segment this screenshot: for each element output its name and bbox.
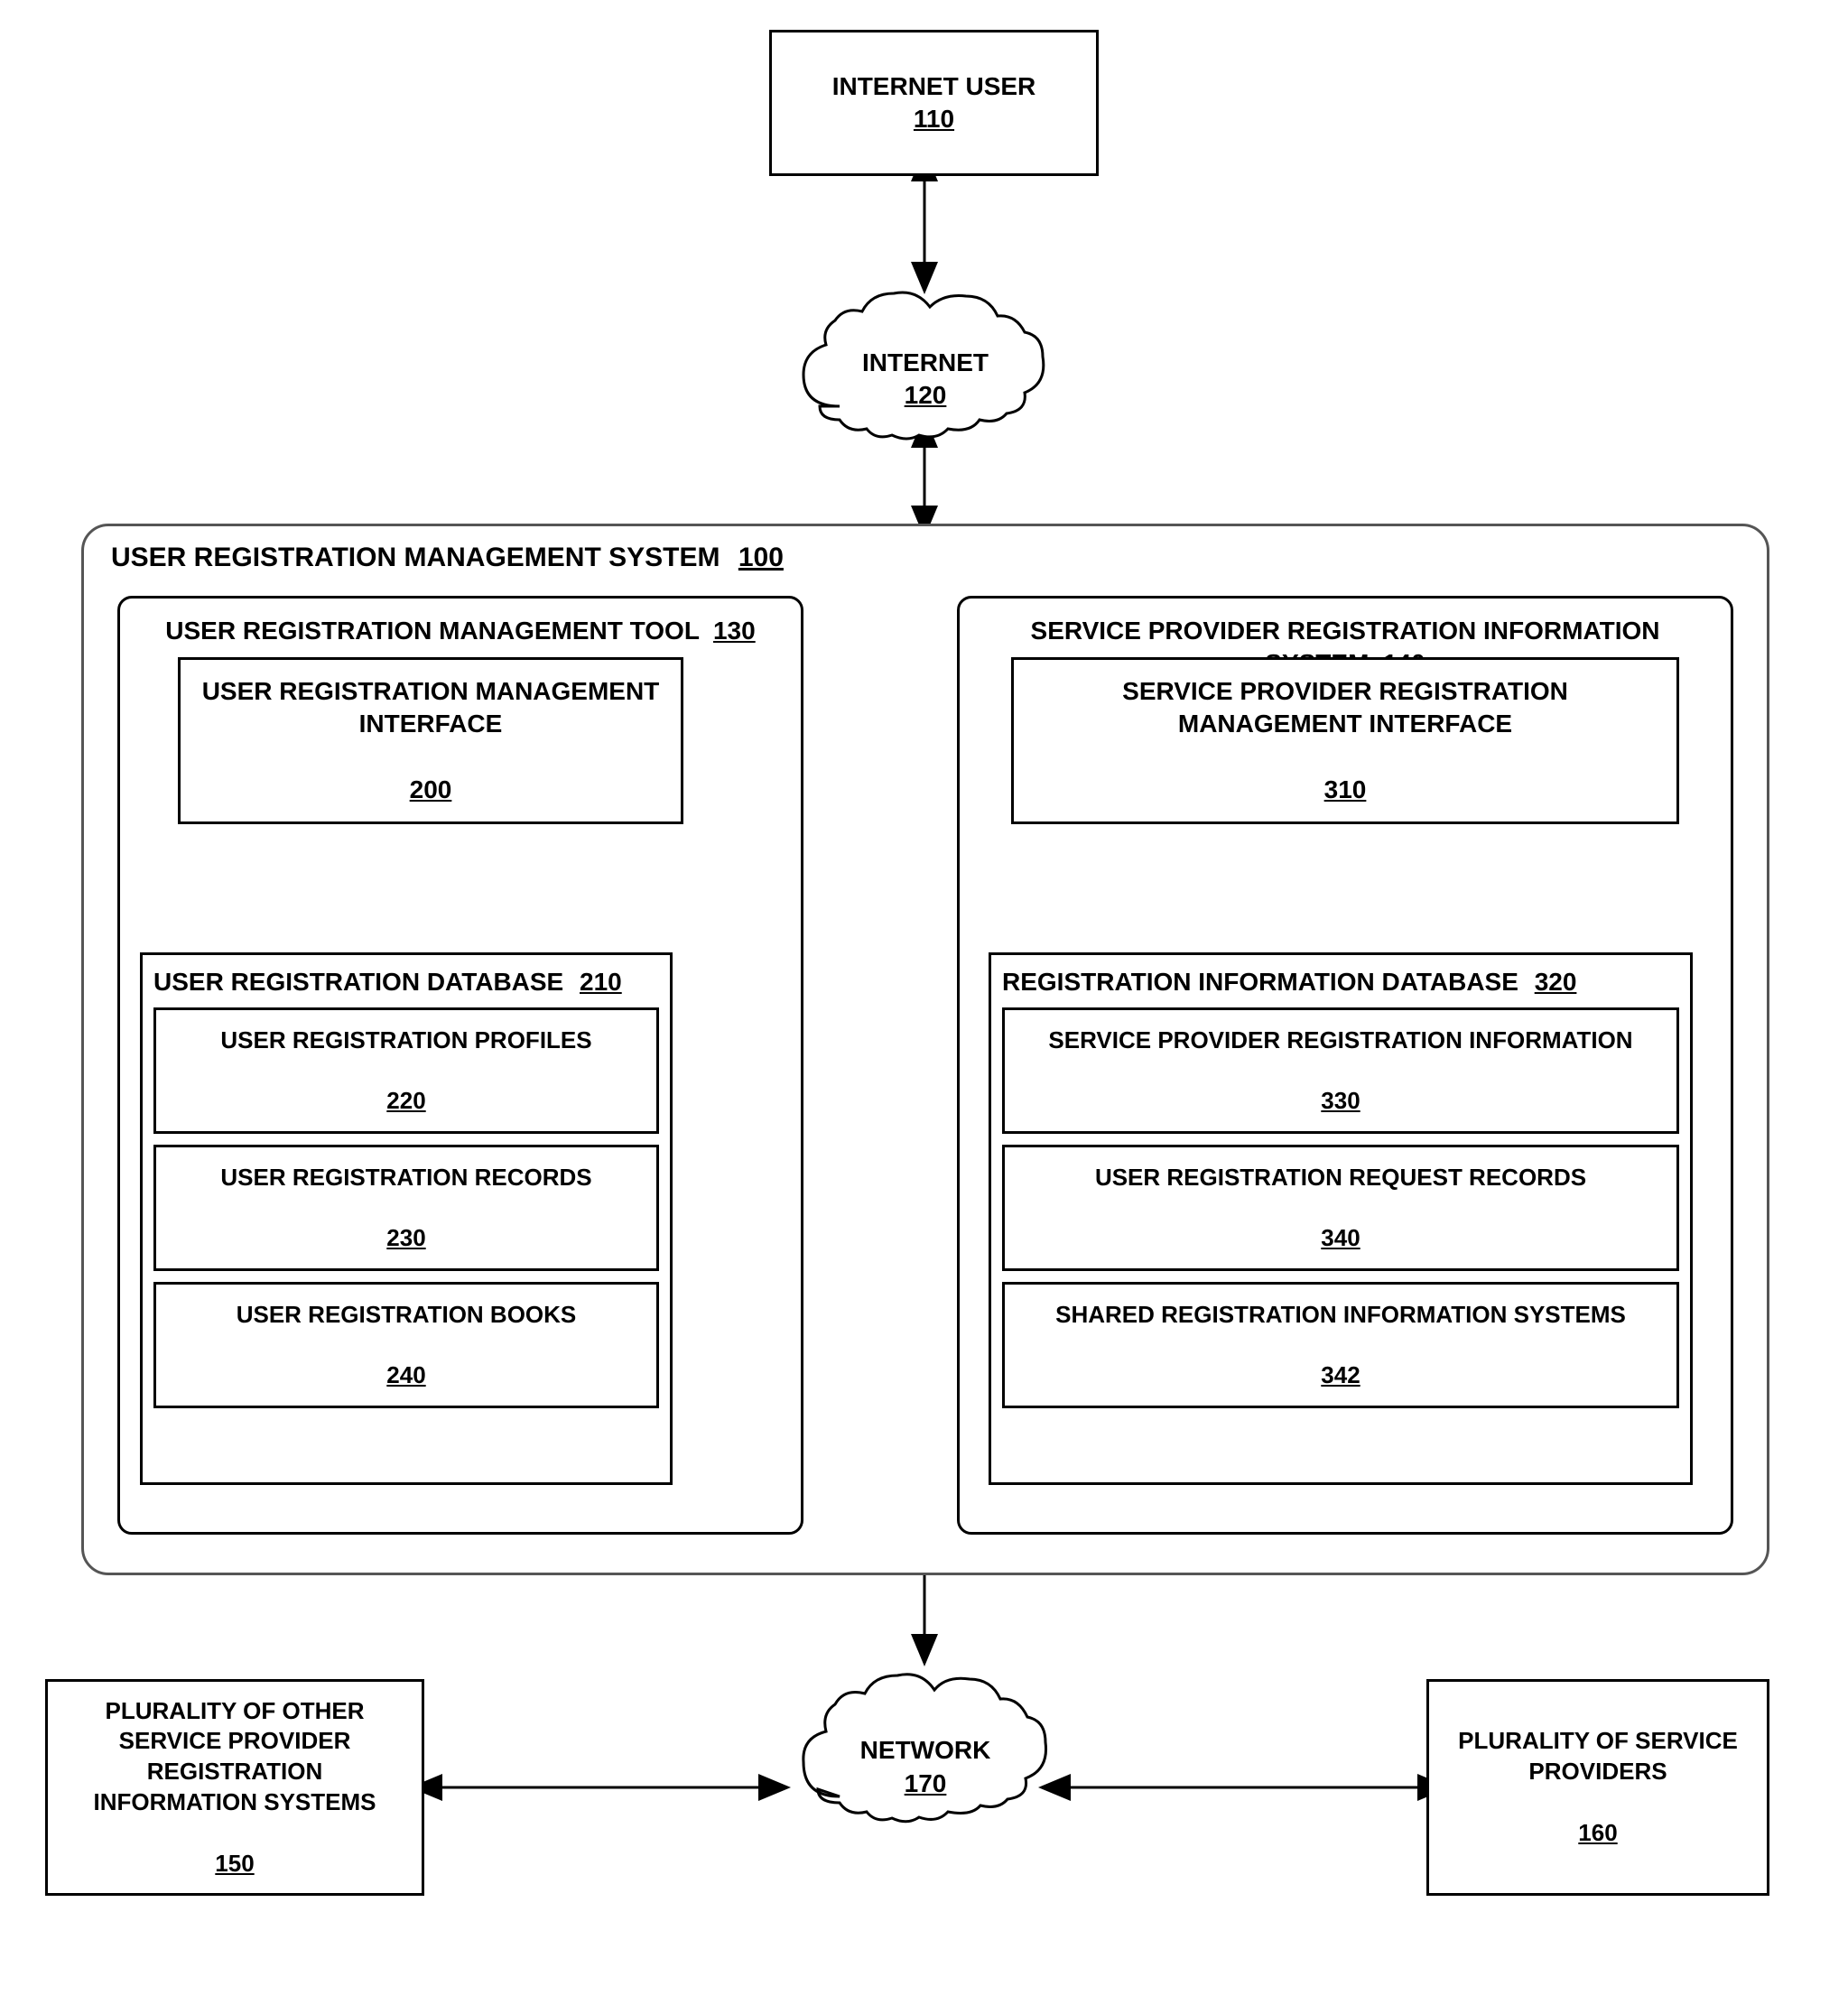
urrr-label: USER REGISTRATION REQUEST RECORDS	[1095, 1163, 1586, 1193]
urmi-ref: 200	[410, 774, 452, 806]
internet-user-label: INTERNET USER	[832, 70, 1036, 103]
internet-cloud: INTERNET 120	[785, 280, 1065, 451]
urdb-box: USER REGISTRATION DATABASE 210 USER REGI…	[140, 952, 673, 1485]
posp-ref: 160	[1578, 1818, 1617, 1849]
sris-label: SHARED REGISTRATION INFORMATION SYSTEMS	[1055, 1300, 1626, 1331]
ridb-label: REGISTRATION INFORMATION DATABASE	[1002, 968, 1518, 996]
internet-ref: 120	[905, 381, 947, 409]
ridb-box: REGISTRATION INFORMATION DATABASE 320 SE…	[989, 952, 1693, 1485]
internet-label: INTERNET	[862, 348, 989, 376]
posprims-ref: 150	[215, 1849, 254, 1879]
ridb-ref: 320	[1535, 968, 1577, 996]
urms-label: USER REGISTRATION MANAGEMENT SYSTEM 100	[111, 543, 784, 573]
sprmi-label: SERVICE PROVIDER REGISTRATION MANAGEMENT…	[1028, 675, 1662, 741]
urrr-ref: 340	[1321, 1223, 1360, 1254]
posp-label: PLURALITY OF SERVICE PROVIDERS	[1444, 1726, 1752, 1787]
diagram-container: INTERNET USER 110 INTERNET 120 USER REGI…	[0, 0, 1848, 2014]
internet-user-box: INTERNET USER 110	[769, 30, 1099, 176]
urp-ref: 220	[386, 1086, 425, 1117]
urb-ref: 240	[386, 1360, 425, 1391]
internet-user-ref: 110	[914, 103, 954, 135]
urmi-box: USER REGISTRATION MANAGEMENT INTERFACE 2…	[178, 657, 683, 824]
urmi-label: USER REGISTRATION MANAGEMENT INTERFACE	[195, 675, 666, 741]
spri-ref: 330	[1321, 1086, 1360, 1117]
posprims-label: PLURALITY OF OTHER SERVICE PROVIDER REGI…	[62, 1696, 407, 1818]
sris-ref: 342	[1321, 1360, 1360, 1391]
sprmi-ref: 310	[1324, 774, 1367, 806]
network-cloud: NETWORK 170	[785, 1661, 1065, 1842]
spri-box: SERVICE PROVIDER REGISTRATION INFORMATIO…	[1002, 1007, 1679, 1134]
urr-ref: 230	[386, 1223, 425, 1254]
urr-box: USER REGISTRATION RECORDS 230	[153, 1145, 659, 1271]
urb-label: USER REGISTRATION BOOKS	[237, 1300, 577, 1331]
urdb-ref: 210	[580, 968, 622, 996]
sprmi-box: SERVICE PROVIDER REGISTRATION MANAGEMENT…	[1011, 657, 1679, 824]
urr-label: USER REGISTRATION RECORDS	[220, 1163, 591, 1193]
urp-box: USER REGISTRATION PROFILES 220	[153, 1007, 659, 1134]
urb-box: USER REGISTRATION BOOKS 240	[153, 1282, 659, 1408]
network-ref: 170	[905, 1769, 947, 1797]
urrr-box: USER REGISTRATION REQUEST RECORDS 340	[1002, 1145, 1679, 1271]
urmt-label: USER REGISTRATION MANAGEMENT TOOL 130	[138, 615, 783, 647]
posprims-box: PLURALITY OF OTHER SERVICE PROVIDER REGI…	[45, 1679, 424, 1896]
spri-label: SERVICE PROVIDER REGISTRATION INFORMATIO…	[1048, 1026, 1632, 1056]
urdb-label: USER REGISTRATION DATABASE	[153, 968, 563, 996]
sris-box: SHARED REGISTRATION INFORMATION SYSTEMS …	[1002, 1282, 1679, 1408]
urp-label: USER REGISTRATION PROFILES	[220, 1026, 591, 1056]
posp-box: PLURALITY OF SERVICE PROVIDERS 160	[1426, 1679, 1769, 1896]
network-label: NETWORK	[860, 1736, 991, 1764]
